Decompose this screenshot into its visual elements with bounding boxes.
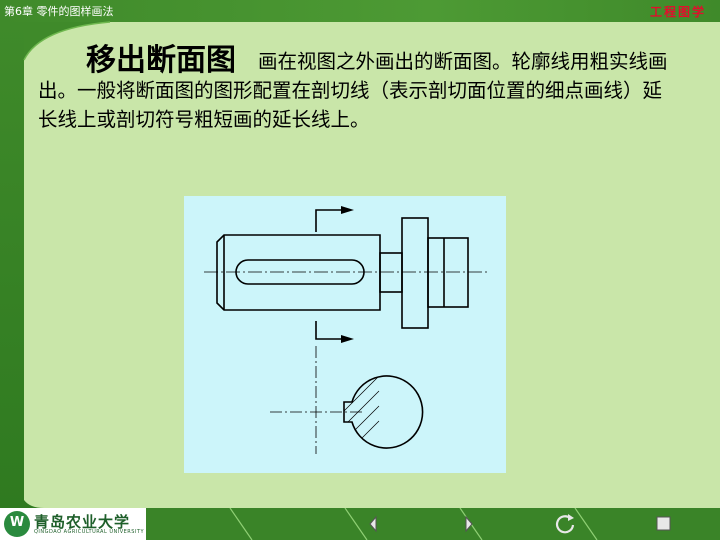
stop-button[interactable] <box>644 508 684 540</box>
return-button[interactable] <box>546 508 586 540</box>
section-mark-bottom <box>315 321 344 340</box>
shaft-drawing <box>204 206 490 454</box>
next-icon <box>465 515 473 533</box>
university-emblem-icon: W <box>4 511 30 537</box>
shaft-stub <box>427 237 469 308</box>
shaft-flange <box>401 217 429 329</box>
footer-bar: W 青岛农业大学 QINGDAO AGRICULTURAL UNIVERSITY <box>0 508 720 540</box>
previous-icon <box>369 515 377 533</box>
removed-section-figure <box>184 196 506 473</box>
main-content: 移出断面图 画在视图之外画出的断面图。轮廓线用粗实线画出。一般将断面图的图形配置在… <box>38 46 678 134</box>
section-mark-top <box>315 209 344 232</box>
university-name-english: QINGDAO AGRICULTURAL UNIVERSITY <box>34 529 145 535</box>
shaft-collar <box>379 252 403 293</box>
stop-icon <box>656 516 671 531</box>
next-button[interactable] <box>448 508 488 540</box>
return-icon <box>555 514 575 534</box>
university-logo: W 青岛农业大学 QINGDAO AGRICULTURAL UNIVERSITY <box>0 508 146 540</box>
section-title: 移出断面图 <box>86 43 236 78</box>
shaft-outline <box>216 234 381 311</box>
previous-button[interactable] <box>350 508 390 540</box>
definition-paragraph: 移出断面图 画在视图之外画出的断面图。轮廓线用粗实线画出。一般将断面图的图形配置在… <box>38 46 678 134</box>
